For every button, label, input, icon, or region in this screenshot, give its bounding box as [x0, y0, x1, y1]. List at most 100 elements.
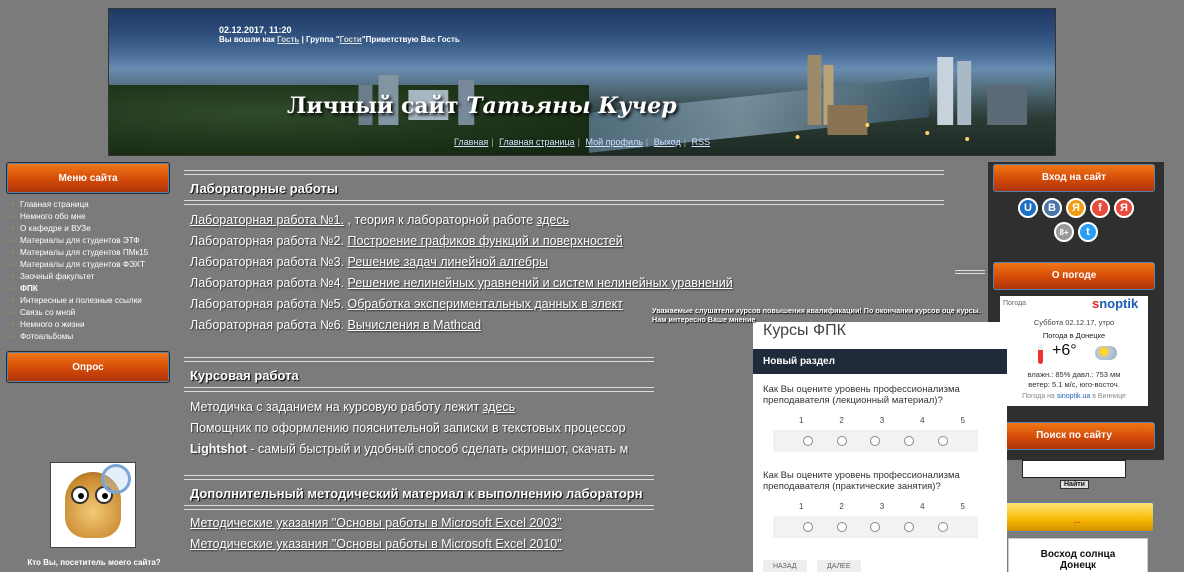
- lab-3-link[interactable]: Решение задач линейной алгебры: [348, 255, 549, 269]
- lab-1-link[interactable]: Лабораторная работа №1.: [190, 213, 344, 227]
- form-next-button[interactable]: ДАЛЕЕ: [817, 560, 861, 572]
- header-banner: 02.12.2017, 11:20 Вы вошли как Гость | Г…: [108, 8, 1056, 156]
- weather-label: Погода: [1003, 300, 1027, 307]
- menu-item-correspondence[interactable]: Заочный факультет: [12, 272, 162, 281]
- menu-item-contact[interactable]: Связь со мной: [12, 308, 162, 317]
- lab-row-3: Лабораторная работа №3. Решение задач ли…: [190, 255, 954, 270]
- google-plus-icon[interactable]: 8+: [1054, 222, 1074, 242]
- magnifier-icon: [101, 464, 131, 494]
- site-title-plain: Личный сайт: [287, 93, 459, 119]
- lab-5-label: Лабораторная работа №5.: [190, 297, 348, 311]
- question-1: Как Вы оцените уровень профессионализма …: [763, 384, 960, 406]
- lab-6-label: Лабораторная работа №6.: [190, 318, 348, 332]
- group-prefix: | Группа ": [301, 35, 340, 44]
- q1-radio-5[interactable]: [938, 436, 949, 446]
- lab-4-link[interactable]: Решение нелинейных уравнений и систем не…: [348, 276, 733, 290]
- nav-logout[interactable]: Выход: [654, 137, 681, 147]
- course-2-text: Помощник по оформлению пояснительной зап…: [190, 421, 626, 435]
- owl-icon: [65, 464, 131, 538]
- question-1-options: [773, 430, 978, 452]
- login-prefix: Вы вошли как: [219, 35, 275, 44]
- menu-item-life[interactable]: Немного о жизни: [12, 320, 162, 329]
- fpk-notice: Уважаемые слушатели курсов повышения ква…: [652, 306, 981, 324]
- yandex-icon[interactable]: Я: [1114, 198, 1134, 218]
- weather-block-title: О погоде: [993, 262, 1155, 290]
- question-2-scale: 12345: [799, 502, 965, 511]
- nav-rss[interactable]: RSS: [692, 137, 711, 147]
- menu-item-etf[interactable]: Материалы для студентов ЭТФ: [12, 236, 162, 245]
- divider: [955, 270, 985, 274]
- lab-1-text: , теория к лабораторной работе: [344, 213, 537, 227]
- course-1-link[interactable]: здесь: [483, 400, 515, 414]
- divider: [184, 387, 654, 392]
- weather-wind: ветер: 5.1 м/с, юго-восточ.: [1028, 380, 1120, 389]
- course-3-bold: Lightshot: [190, 442, 247, 456]
- menu-item-pmk15[interactable]: Материалы для студентов ПМк15: [12, 248, 162, 257]
- q2-radio-4[interactable]: [904, 522, 915, 532]
- form-section-header: Новый раздел: [753, 349, 1007, 374]
- weather-widget[interactable]: Погода snoptik Суббота 02.12.17, утро По…: [1000, 296, 1148, 406]
- q2-radio-1[interactable]: [802, 522, 813, 532]
- form-title: Курсы ФПК: [763, 322, 846, 339]
- menu-item-department[interactable]: О кафедре и ВУЗе: [12, 224, 162, 233]
- header-nav: Главная | Главная страница | Мой профиль | …: [454, 137, 711, 147]
- q2-radio-5[interactable]: [938, 522, 949, 532]
- divider: [184, 200, 944, 205]
- q2-radio-3[interactable]: [870, 522, 881, 532]
- nav-home[interactable]: Главная: [454, 137, 488, 147]
- menu-item-photos[interactable]: Фотоальбомы: [12, 332, 162, 341]
- lab-5-link[interactable]: Обработка экспериментальных данных в эле…: [348, 297, 623, 311]
- weather-city: Погода в Донецке: [1042, 331, 1106, 340]
- vk-icon[interactable]: В: [1042, 198, 1062, 218]
- header-login-status: Вы вошли как Гость | Группа "Гости"Приве…: [219, 35, 460, 44]
- question-1-scale: 12345: [799, 416, 965, 425]
- q1-radio-2[interactable]: [836, 436, 847, 446]
- sunrise-title: Восход солнца: [1040, 549, 1116, 560]
- odnoklassniki-icon[interactable]: Я: [1066, 198, 1086, 218]
- login-user-link[interactable]: Гость: [277, 35, 299, 44]
- site-search-button[interactable]: Найти: [1060, 480, 1089, 489]
- q2-radio-2[interactable]: [836, 522, 847, 532]
- lab-row-1: Лабораторная работа №1. , теория к лабор…: [190, 213, 954, 228]
- menu-item-about[interactable]: Немного обо мне: [12, 212, 162, 221]
- menu-item-home[interactable]: Главная страница: [12, 200, 162, 209]
- right-column: Вход на сайт U В Я f Я 8+ t О погоде Пог…: [988, 162, 1164, 572]
- menu-item-feht[interactable]: Материалы для студентов ФЭХТ: [12, 260, 162, 269]
- poll-owl-image: [50, 462, 136, 548]
- q1-radio-1[interactable]: [802, 436, 813, 446]
- yellow-block-title: ...: [1000, 502, 1154, 532]
- q1-radio-3[interactable]: [870, 436, 881, 446]
- menu-item-fpk[interactable]: ФПК: [12, 284, 162, 293]
- weather-source: Погода на sinoptik.ua в Виннице: [1022, 393, 1126, 400]
- sinoptik-logo: snoptik: [1092, 296, 1139, 311]
- site-menu: Главная страница Немного обо мне О кафед…: [6, 200, 176, 341]
- nav-home-page[interactable]: Главная страница: [499, 137, 575, 147]
- lab-6-link[interactable]: Вычисления в Mathcad: [348, 318, 482, 332]
- course-1-text: Методичка с заданием на курсовую работу …: [190, 400, 483, 414]
- site-search-input[interactable]: [1022, 460, 1126, 478]
- q1-radio-4[interactable]: [904, 436, 915, 446]
- lab-1-theory-link[interactable]: здесь: [537, 213, 569, 227]
- thermometer-icon: [1038, 344, 1043, 364]
- lab-4-label: Лабораторная работа №4.: [190, 276, 348, 290]
- nav-profile[interactable]: Мой профиль: [586, 137, 643, 147]
- ucoz-icon[interactable]: U: [1018, 198, 1038, 218]
- lab-2-link[interactable]: Построение графиков функций и поверхност…: [348, 234, 623, 248]
- lab-row-4: Лабораторная работа №4. Решение нелинейн…: [190, 276, 954, 291]
- sinoptik-link[interactable]: sinoptik.ua: [1057, 393, 1090, 400]
- course-3-text: - самый быстрый и удобный способ сделать…: [246, 442, 629, 456]
- social-login-icons: U В Я f Я 8+ t: [1016, 198, 1136, 242]
- extra-link-excel-2003[interactable]: Методические указания "Основы работы в M…: [190, 516, 562, 530]
- site-title: Личный сайт Татьяны Кучер: [287, 93, 677, 119]
- facebook-icon[interactable]: f: [1090, 198, 1110, 218]
- sunrise-city: Донецк: [1059, 560, 1097, 571]
- divider: [184, 505, 654, 510]
- form-back-button[interactable]: НАЗАД: [763, 560, 807, 572]
- extra-link-excel-2010[interactable]: Методические указания "Основы работы в M…: [190, 537, 562, 551]
- left-column: Меню сайта Главная страница Немного обо …: [6, 162, 176, 572]
- question-2: Как Вы оцените уровень профессионализма …: [763, 470, 960, 492]
- twitter-icon[interactable]: t: [1078, 222, 1098, 242]
- menu-item-links[interactable]: Интересные и полезные ссылки: [12, 296, 162, 305]
- group-link[interactable]: Гости: [340, 35, 362, 44]
- site-menu-title: Меню сайта: [6, 162, 170, 194]
